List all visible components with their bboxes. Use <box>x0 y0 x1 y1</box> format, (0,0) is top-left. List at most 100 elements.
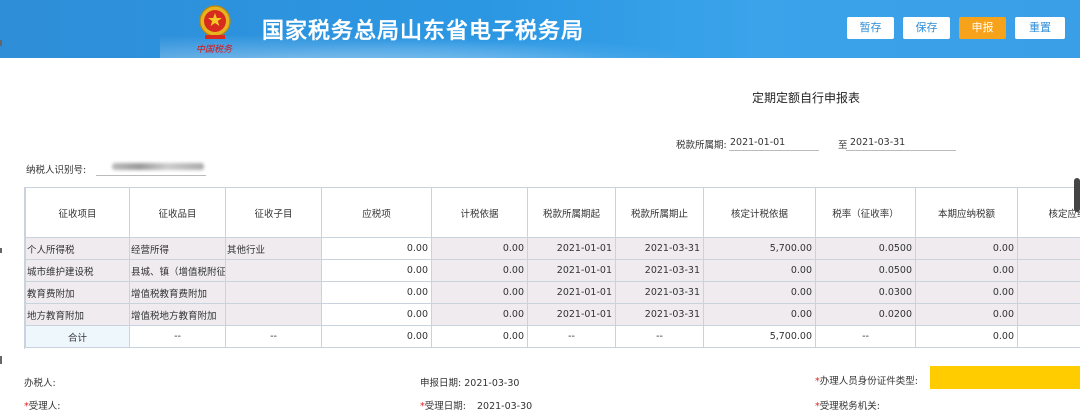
table-cell: 2021-03-31 <box>615 237 704 260</box>
column-header: 核定应纳 <box>1017 187 1080 238</box>
table-cell <box>225 259 322 282</box>
declare-date-label: 申报日期: <box>420 378 462 389</box>
table-cell: 2021-01-01 <box>527 259 616 282</box>
declaration-table: 征收项目 征收品目 征收子目 应税项 计税依据 税款所属期起 税款所属期止 核定… <box>24 187 1080 349</box>
table-cell: 教育费附加 <box>25 281 130 304</box>
receive-date-field: *受理日期: 2021-03-30 <box>420 398 532 412</box>
total-row: 合计 -- -- 0.00 0.00 -- -- 5,700.00 -- 0.0… <box>25 325 1080 348</box>
table-cell: 0.00 <box>321 325 432 348</box>
table-cell: 0.00 <box>915 259 1018 282</box>
table-row: 教育费附加 增值税教育费附加 0.00 0.00 2021-01-01 2021… <box>25 281 1080 304</box>
table-row: 地方教育附加 增值税地方教育附加 0.00 0.00 2021-01-01 20… <box>25 303 1080 326</box>
table-cell: 0.0500 <box>815 237 916 260</box>
column-header: 征收品目 <box>129 187 226 238</box>
taxpayer-id-value-redacted <box>112 163 204 170</box>
table-cell: 县城、镇（增值税附征 <box>129 259 226 282</box>
table-cell: -- <box>815 325 916 348</box>
column-header: 征收子目 <box>225 187 322 238</box>
table-row: 个人所得税 经营所得 其他行业 0.00 0.00 2021-01-01 202… <box>25 237 1080 260</box>
taxable-item-input[interactable]: 0.00 <box>321 281 432 304</box>
tax-emblem-icon <box>199 5 231 39</box>
taxpayer-id-label: 纳税人识别号: <box>26 165 87 176</box>
period-label: 税款所属期: <box>676 140 727 151</box>
column-header: 本期应纳税额 <box>915 187 1018 238</box>
table-cell: 0.00 <box>431 281 528 304</box>
table-cell: 0.0500 <box>815 259 916 282</box>
table-cell <box>1017 325 1080 348</box>
table-cell: -- <box>225 325 322 348</box>
table-cell: 0.00 <box>431 259 528 282</box>
receiver-label: 受理人: <box>28 401 61 412</box>
table-header-row: 征收项目 征收品目 征收子目 应税项 计税依据 税款所属期起 税款所属期止 核定… <box>25 187 1080 238</box>
table-cell <box>225 303 322 326</box>
table-cell: 5,700.00 <box>703 237 816 260</box>
table-cell: 0.0200 <box>815 303 916 326</box>
column-header: 计税依据 <box>431 187 528 238</box>
edge-mark <box>0 356 2 364</box>
table-cell: 2021-01-01 <box>527 237 616 260</box>
table-cell <box>1017 259 1080 282</box>
period-end-field[interactable]: 2021-03-31 <box>850 137 905 148</box>
table-cell: 经营所得 <box>129 237 226 260</box>
table-cell: 增值税教育费附加 <box>129 281 226 304</box>
column-header: 核定计税依据 <box>703 187 816 238</box>
period-to-label: 至 <box>838 140 848 151</box>
submit-button[interactable]: 申报 <box>959 17 1006 39</box>
table-cell: 地方教育附加 <box>25 303 130 326</box>
tax-authority-label: 受理税务机关: <box>819 401 880 412</box>
column-header: 税款所属期止 <box>615 187 704 238</box>
table-cell: 2021-03-31 <box>615 281 704 304</box>
temp-save-button[interactable]: 暂存 <box>847 17 894 39</box>
table-cell: 5,700.00 <box>703 325 816 348</box>
table-cell: 0.00 <box>915 281 1018 304</box>
column-header: 税率（征收率） <box>815 187 916 238</box>
table-cell: 2021-03-31 <box>615 259 704 282</box>
table-cell: 2021-01-01 <box>527 303 616 326</box>
table-cell <box>1017 281 1080 304</box>
table-cell: -- <box>527 325 616 348</box>
receive-date-value: 2021-03-30 <box>476 401 533 412</box>
table-cell: 0.00 <box>915 303 1018 326</box>
edge-mark <box>0 248 2 253</box>
site-title: 国家税务总局山东省电子税务局 <box>262 19 585 44</box>
table-cell: 0.00 <box>431 303 528 326</box>
table-cell: 0.00 <box>431 237 528 260</box>
form-title: 定期定额自行申报表 <box>752 91 861 105</box>
table-cell: 增值税地方教育附加 <box>129 303 226 326</box>
reset-button[interactable]: 重置 <box>1015 17 1065 39</box>
taxable-item-input[interactable]: 0.00 <box>321 303 432 326</box>
taxable-item-input[interactable]: 0.00 <box>321 259 432 282</box>
agent-field: 办税人: <box>24 375 56 389</box>
table-cell: 个人所得税 <box>25 237 130 260</box>
column-header: 征收项目 <box>25 187 130 238</box>
table-cell: 0.00 <box>703 281 816 304</box>
period-start-underline <box>729 150 819 151</box>
table-cell: 0.00 <box>915 237 1018 260</box>
column-header: 应税项 <box>321 187 432 238</box>
table-cell: 其他行业 <box>225 237 322 260</box>
table-cell <box>1017 303 1080 326</box>
table-cell: -- <box>615 325 704 348</box>
period-start-field[interactable]: 2021-01-01 <box>730 137 785 148</box>
id-type-select[interactable] <box>930 366 1080 389</box>
table-cell: 2021-03-31 <box>615 303 704 326</box>
vertical-scrollbar-thumb[interactable] <box>1074 178 1080 212</box>
receiver-field: *受理人: <box>24 398 60 412</box>
agent-label: 办税人: <box>24 378 56 389</box>
header-bar: 中国税务 国家税务总局山东省电子税务局 暂存 保存 申报 重置 <box>0 0 1080 58</box>
table-cell: 城市维护建设税 <box>25 259 130 282</box>
table-cell: 0.00 <box>915 325 1018 348</box>
id-type-label: 办理人员身份证件类型: <box>819 376 918 387</box>
table-cell: 2021-01-01 <box>527 281 616 304</box>
column-header: 税款所属期起 <box>527 187 616 238</box>
declare-date-value: 2021-03-30 <box>464 378 520 389</box>
table-cell: 0.00 <box>703 259 816 282</box>
table-cell <box>1017 237 1080 260</box>
total-label: 合计 <box>25 325 130 348</box>
table-cell: -- <box>129 325 226 348</box>
id-type-field: *办理人员身份证件类型: <box>815 373 918 387</box>
taxable-item-input[interactable]: 0.00 <box>321 237 432 260</box>
tax-authority-field: *受理税务机关: <box>815 398 880 412</box>
declare-date-field: 申报日期: 2021-03-30 <box>420 375 519 389</box>
save-button[interactable]: 保存 <box>903 17 950 39</box>
